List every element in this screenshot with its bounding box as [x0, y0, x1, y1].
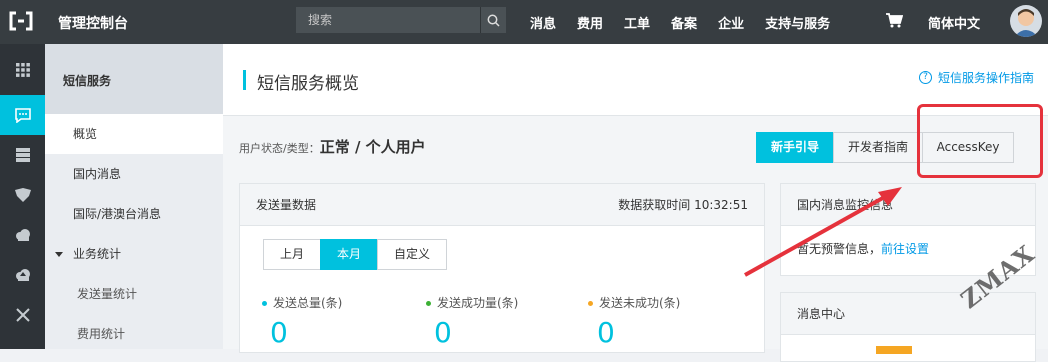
tab-last-month[interactable]: 上月	[263, 239, 322, 270]
sidebar-item-overview[interactable]: 概览	[45, 114, 223, 154]
product-iconbar	[0, 44, 45, 349]
console-title[interactable]: 管理控制台	[58, 13, 128, 33]
search-box	[296, 7, 506, 33]
metric-label: 发送未成功(条)	[599, 296, 681, 310]
top-bar: 管理控制台 消息 费用 工单 备案 企业 支持与服务 简体中文	[0, 0, 1048, 44]
guide-link-label: 短信服务操作指南	[937, 71, 1034, 85]
message-center-panel: 消息中心	[780, 292, 1036, 362]
sidebar-item-domestic[interactable]: 国内消息	[45, 154, 223, 194]
nav-support[interactable]: 支持与服务	[765, 13, 830, 32]
metric-total: 发送总量(条)	[262, 294, 342, 311]
aliyun-logo-icon[interactable]	[8, 10, 34, 32]
metric-success: 发送成功量(条)	[426, 294, 518, 311]
title-accent-bar	[243, 70, 246, 90]
status-value: 正常 / 个人用户	[319, 138, 426, 156]
period-tabs: 上月 本月 自定义	[263, 239, 448, 270]
nav-messages[interactable]: 消息	[530, 13, 556, 32]
tab-custom[interactable]: 自定义	[377, 239, 448, 270]
sidebar-item-international[interactable]: 国际/港澳台消息	[45, 194, 223, 234]
annotation-arrow-icon	[744, 187, 902, 277]
avatar-icon	[1014, 9, 1038, 37]
cloud-icon[interactable]	[0, 215, 45, 255]
language-switch[interactable]: 简体中文	[928, 13, 980, 32]
metric-success-value: 0	[434, 316, 452, 349]
nav-tickets[interactable]: 工单	[624, 13, 650, 32]
metric-failed: 发送未成功(条)	[588, 294, 680, 311]
metric-dot	[262, 301, 267, 306]
message-panel-header: 消息中心	[781, 293, 1035, 335]
message-badge	[876, 346, 912, 354]
nav-billing[interactable]: 费用	[577, 13, 603, 32]
send-panel-header: 发送量数据 数据获取时间 10:32:51	[240, 184, 764, 226]
database-icon[interactable]	[0, 135, 45, 175]
sidebar-group-stats[interactable]: 业务统计	[45, 234, 223, 274]
search-button[interactable]	[480, 7, 506, 33]
search-input[interactable]	[296, 7, 478, 33]
metric-failed-value: 0	[597, 316, 615, 349]
caret-down-icon	[55, 252, 63, 257]
sidebar-group-label: 业务统计	[73, 247, 122, 261]
send-volume-panel: 发送量数据 数据获取时间 10:32:51 上月 本月 自定义 发送总量(条) …	[239, 183, 765, 353]
guide-link[interactable]: ? 短信服务操作指南	[918, 69, 1034, 86]
help-icon: ?	[918, 71, 932, 84]
sidebar-item-cost-stats[interactable]: 费用统计	[45, 314, 223, 354]
sidebar-item-send-stats[interactable]: 发送量统计	[45, 274, 223, 314]
tab-this-month[interactable]: 本月	[320, 239, 379, 270]
nav-icp[interactable]: 备案	[671, 13, 697, 32]
sidebar: 短信服务 概览 国内消息 国际/港澳台消息 业务统计 发送量统计 费用统计	[45, 44, 223, 349]
user-status: 用户状态/类型：正常 / 个人用户	[239, 136, 426, 157]
security-icon[interactable]	[0, 175, 45, 215]
metric-total-value: 0	[270, 316, 288, 349]
top-nav: 消息 费用 工单 备案 企业 支持与服务	[530, 0, 851, 44]
developer-guide-button[interactable]: 开发者指南	[833, 132, 924, 163]
message-icon[interactable]	[0, 95, 45, 135]
metric-dot	[426, 301, 431, 306]
beginner-guide-button[interactable]: 新手引导	[756, 132, 835, 163]
avatar[interactable]	[1010, 5, 1042, 37]
message-panel-title: 消息中心	[797, 307, 846, 321]
main-content: 短信服务概览 ? 短信服务操作指南 用户状态/类型：正常 / 个人用户 新手引导…	[223, 44, 1048, 362]
search-icon	[487, 14, 500, 27]
annotation-highlight-box	[917, 104, 1043, 178]
metric-label: 发送总量(条)	[273, 296, 343, 310]
metric-dot	[588, 301, 593, 306]
fetch-time: 数据获取时间 10:32:51	[618, 198, 748, 212]
page-title: 短信服务概览	[257, 74, 359, 94]
status-label: 用户状态/类型：	[239, 142, 320, 155]
sidebar-title: 短信服务	[45, 44, 223, 114]
grid-icon[interactable]	[0, 50, 45, 90]
nav-enterprise[interactable]: 企业	[718, 13, 744, 32]
cart-icon[interactable]	[886, 13, 903, 28]
metric-label: 发送成功量(条)	[437, 296, 519, 310]
cloud-upload-icon[interactable]	[0, 255, 45, 295]
send-panel-title: 发送量数据	[256, 198, 317, 212]
network-icon[interactable]	[0, 295, 45, 335]
